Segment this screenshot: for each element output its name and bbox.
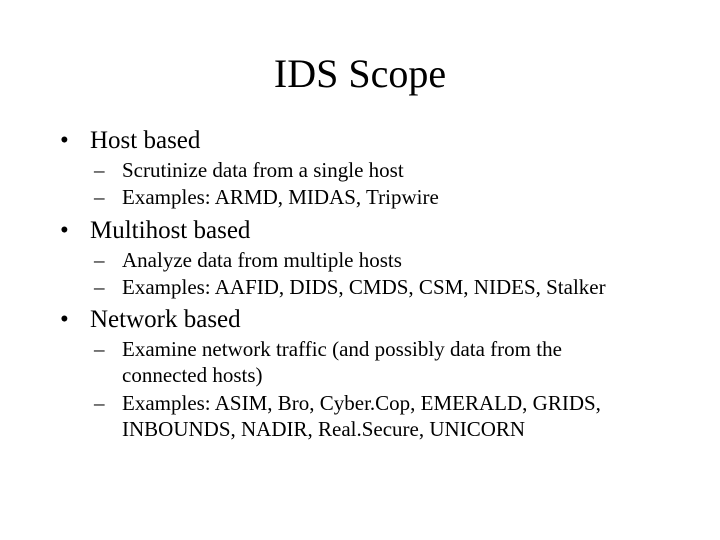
sub-label: Examples: ASIM, Bro, Cyber.Cop, EMERALD,… — [122, 390, 670, 443]
dash-icon: – — [94, 336, 122, 362]
bullet-item: • Host based – Scrutinize data from a si… — [50, 127, 670, 211]
bullet-item: • Multihost based – Analyze data from mu… — [50, 217, 670, 301]
sub-item: – Analyze data from multiple hosts — [50, 247, 670, 273]
sub-item: – Examples: ARMD, MIDAS, Tripwire — [50, 184, 670, 210]
sub-label: Scrutinize data from a single host — [122, 157, 670, 183]
dash-icon: – — [94, 390, 122, 416]
bullet-icon: • — [50, 306, 90, 334]
sub-list: – Scrutinize data from a single host – E… — [50, 157, 670, 211]
sub-item: – Scrutinize data from a single host — [50, 157, 670, 183]
sub-list: – Analyze data from multiple hosts – Exa… — [50, 247, 670, 301]
bullet-row: • Network based — [50, 306, 670, 334]
bullet-row: • Host based — [50, 127, 670, 155]
sub-label: Examine network traffic (and possibly da… — [122, 336, 670, 389]
sub-label: Analyze data from multiple hosts — [122, 247, 670, 273]
dash-icon: – — [94, 274, 122, 300]
bullet-list: • Host based – Scrutinize data from a si… — [50, 127, 670, 442]
sub-item: – Examine network traffic (and possibly … — [50, 336, 670, 389]
dash-icon: – — [94, 247, 122, 273]
slide: IDS Scope • Host based – Scrutinize data… — [0, 0, 720, 540]
bullet-label: Network based — [90, 306, 241, 334]
sub-label: Examples: ARMD, MIDAS, Tripwire — [122, 184, 670, 210]
sub-label: Examples: AAFID, DIDS, CMDS, CSM, NIDES,… — [122, 274, 670, 300]
sub-item: – Examples: ASIM, Bro, Cyber.Cop, EMERAL… — [50, 390, 670, 443]
sub-item: – Examples: AAFID, DIDS, CMDS, CSM, NIDE… — [50, 274, 670, 300]
bullet-icon: • — [50, 217, 90, 245]
bullet-label: Host based — [90, 127, 200, 155]
bullet-label: Multihost based — [90, 217, 250, 245]
dash-icon: – — [94, 184, 122, 210]
sub-list: – Examine network traffic (and possibly … — [50, 336, 670, 442]
bullet-item: • Network based – Examine network traffi… — [50, 306, 670, 442]
bullet-icon: • — [50, 127, 90, 155]
slide-title: IDS Scope — [50, 50, 670, 97]
dash-icon: – — [94, 157, 122, 183]
bullet-row: • Multihost based — [50, 217, 670, 245]
